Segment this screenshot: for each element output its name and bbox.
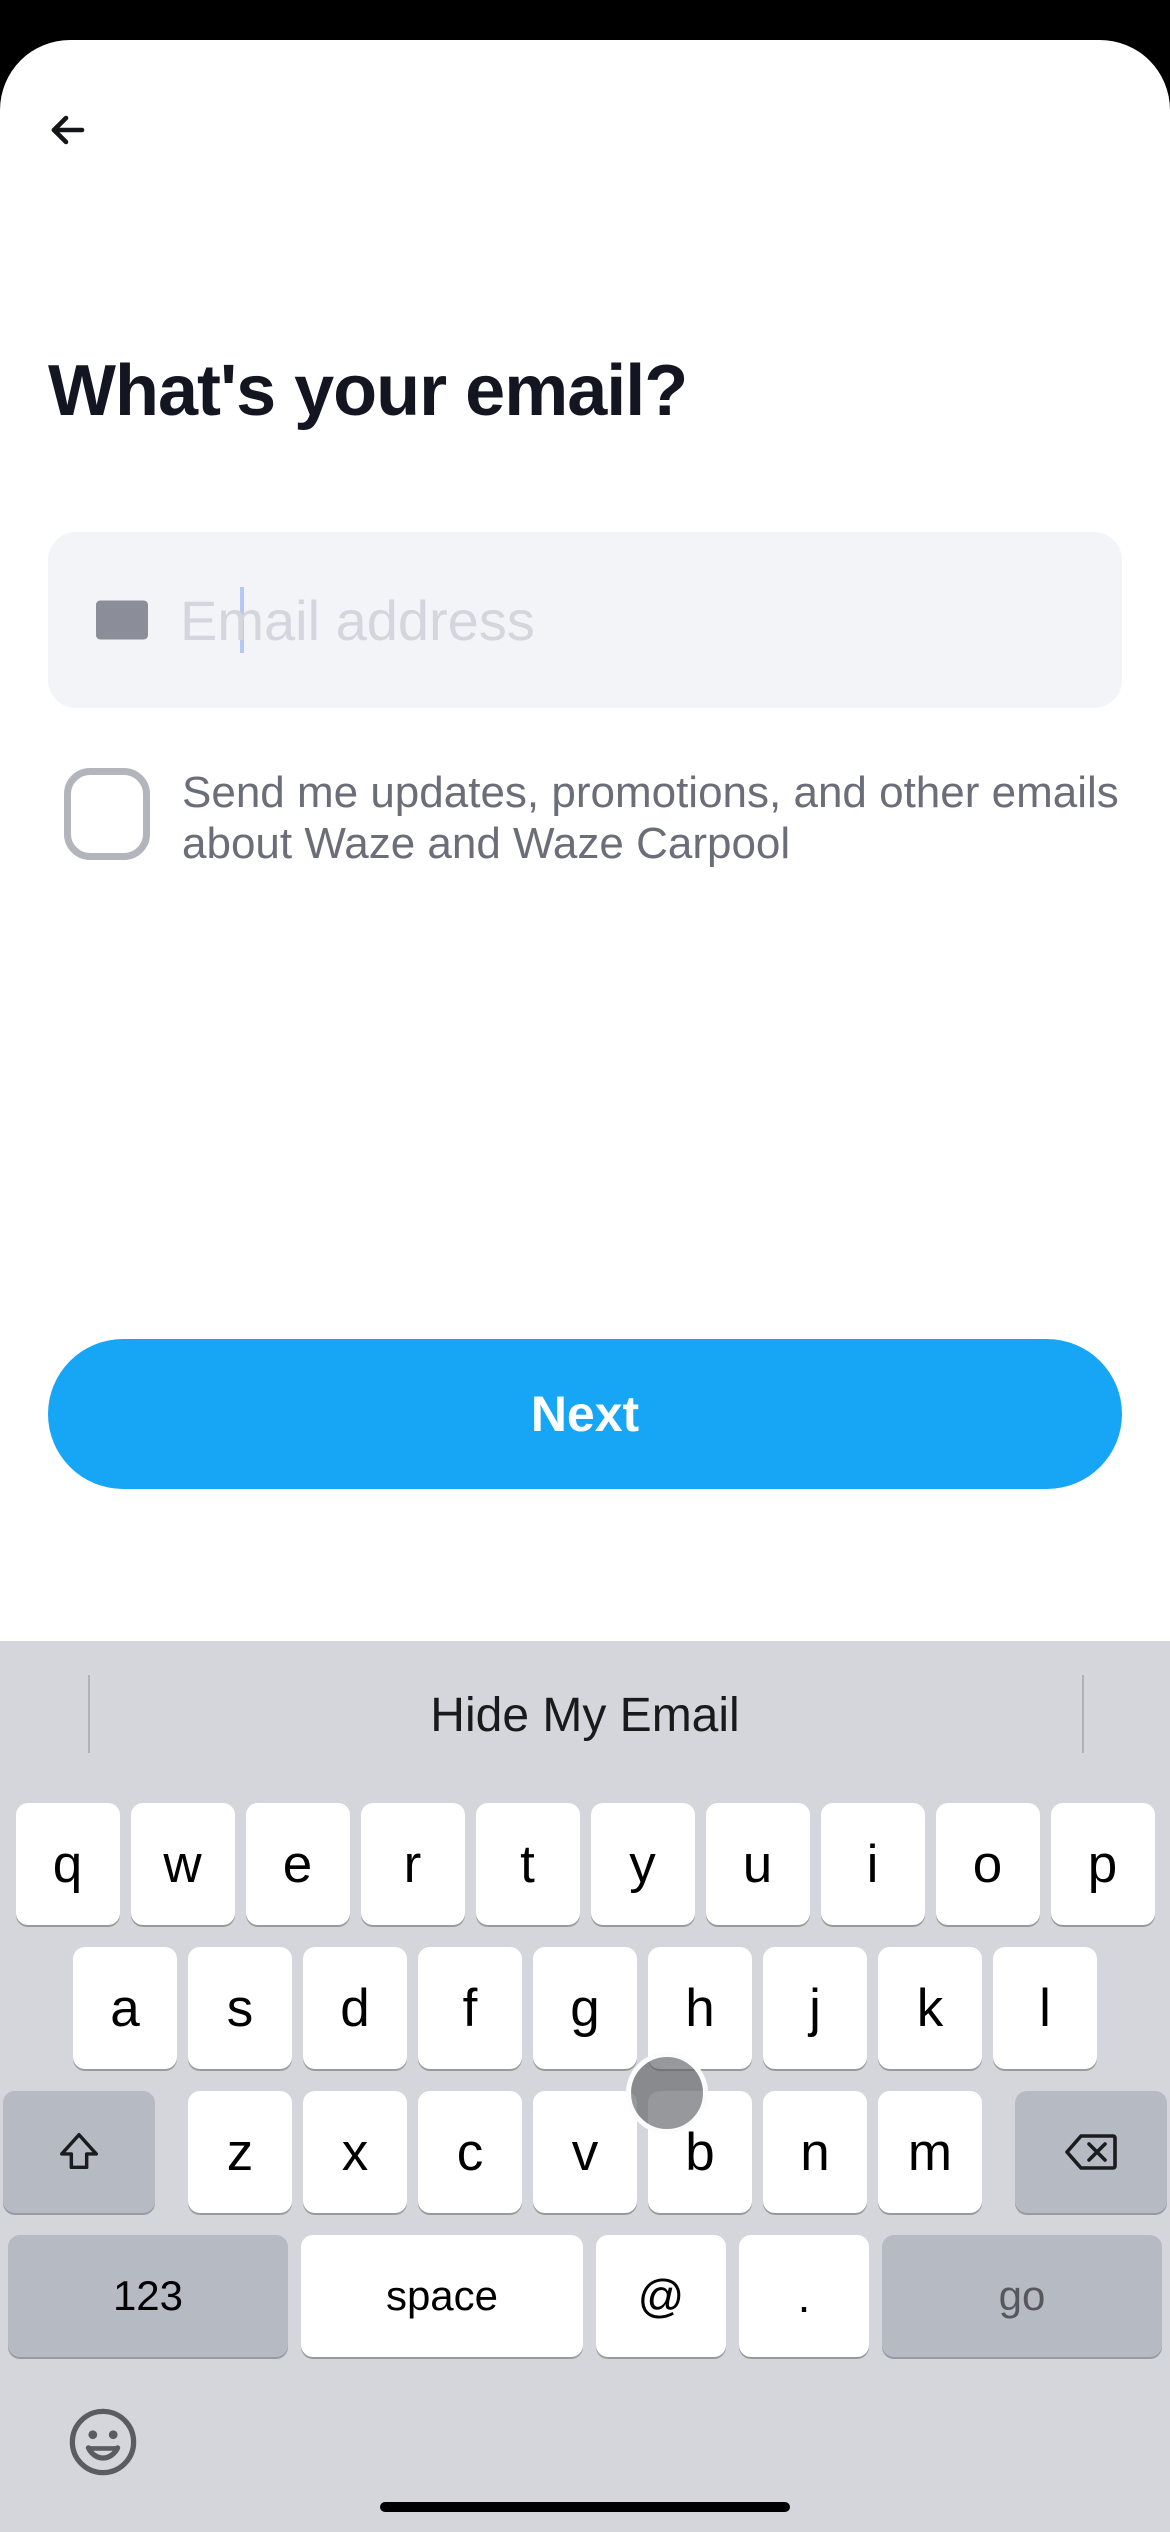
key-m[interactable]: m <box>878 2091 982 2213</box>
keyboard: Hide My Email qwertyuiop asdfghjkl zxcvb… <box>0 1641 1170 2532</box>
key-i[interactable]: i <box>821 1803 925 1925</box>
space-key[interactable]: space <box>301 2235 583 2357</box>
at-key[interactable]: @ <box>596 2235 726 2357</box>
keyboard-suggestion[interactable]: Hide My Email <box>430 1688 739 1743</box>
key-row-2: asdfghjkl <box>8 1947 1162 2069</box>
marketing-optin-label: Send me updates, promotions, and other e… <box>182 768 1122 869</box>
key-r[interactable]: r <box>361 1803 465 1925</box>
key-row-3: zxcvbnm <box>8 2091 1162 2213</box>
key-q[interactable]: q <box>16 1803 120 1925</box>
next-button[interactable]: Next <box>48 1339 1122 1489</box>
key-y[interactable]: y <box>591 1803 695 1925</box>
key-e[interactable]: e <box>246 1803 350 1925</box>
email-icon <box>96 600 148 640</box>
page-title: What's your email? <box>48 350 1122 432</box>
key-t[interactable]: t <box>476 1803 580 1925</box>
key-k[interactable]: k <box>878 1947 982 2069</box>
key-row-1: qwertyuiop <box>8 1803 1162 1925</box>
backspace-key[interactable] <box>1015 2091 1167 2213</box>
keyboard-suggestion-bar[interactable]: Hide My Email <box>0 1641 1170 1789</box>
key-z[interactable]: z <box>188 2091 292 2213</box>
key-h[interactable]: h <box>648 1947 752 2069</box>
key-v[interactable]: v <box>533 2091 637 2213</box>
shift-icon <box>56 2129 102 2175</box>
key-d[interactable]: d <box>303 1947 407 2069</box>
dot-key[interactable]: . <box>739 2235 869 2357</box>
key-s[interactable]: s <box>188 1947 292 2069</box>
key-a[interactable]: a <box>73 1947 177 2069</box>
key-g[interactable]: g <box>533 1947 637 2069</box>
home-indicator[interactable] <box>380 2502 790 2512</box>
go-key[interactable]: go <box>882 2235 1162 2357</box>
emoji-icon <box>68 2407 138 2477</box>
key-l[interactable]: l <box>993 1947 1097 2069</box>
back-arrow-icon <box>44 106 92 154</box>
key-f[interactable]: f <box>418 1947 522 2069</box>
key-u[interactable]: u <box>706 1803 810 1925</box>
key-row-4: 123 space @ . go <box>8 2235 1162 2357</box>
email-input-container[interactable] <box>48 532 1122 708</box>
touch-indicator <box>626 2052 708 2134</box>
numbers-key[interactable]: 123 <box>8 2235 288 2357</box>
key-c[interactable]: c <box>418 2091 522 2213</box>
key-p[interactable]: p <box>1051 1803 1155 1925</box>
back-button[interactable] <box>38 100 98 160</box>
shift-key[interactable] <box>3 2091 155 2213</box>
key-w[interactable]: w <box>131 1803 235 1925</box>
key-x[interactable]: x <box>303 2091 407 2213</box>
emoji-button[interactable] <box>68 2407 138 2482</box>
email-field[interactable] <box>180 588 1074 653</box>
backspace-icon <box>1063 2132 1119 2172</box>
key-o[interactable]: o <box>936 1803 1040 1925</box>
key-n[interactable]: n <box>763 2091 867 2213</box>
key-j[interactable]: j <box>763 1947 867 2069</box>
next-button-label: Next <box>531 1385 639 1443</box>
marketing-optin-checkbox[interactable] <box>64 768 150 860</box>
